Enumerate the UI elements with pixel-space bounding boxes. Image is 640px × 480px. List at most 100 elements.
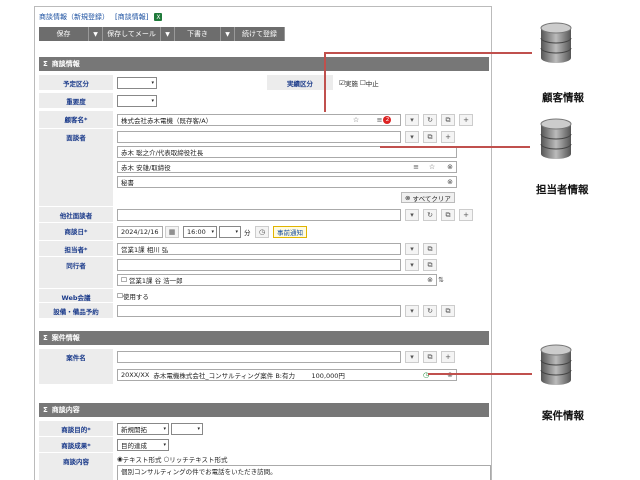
- importance-label: 重要度: [39, 93, 113, 109]
- copy-icon[interactable]: ⧉: [423, 259, 437, 271]
- copy-icon[interactable]: ⧉: [441, 305, 455, 317]
- row-contacts: 面談者 ▾ ⧉ + 赤木 聡之介/代表取締役社長 赤木 安雄/取締役 ≡ ☆ ⊗…: [39, 129, 489, 207]
- page-subtitle-link[interactable]: [商談情報]: [115, 12, 148, 22]
- section-case-header[interactable]: Σ 案件情報: [39, 331, 489, 345]
- star-icon[interactable]: ☆: [425, 161, 439, 173]
- date-input[interactable]: 2024/12/16: [117, 226, 163, 238]
- copy-icon[interactable]: ⧉: [423, 351, 437, 363]
- purpose-select[interactable]: 新規開拓 ▾: [117, 423, 169, 435]
- refresh-icon[interactable]: ↻: [423, 305, 437, 317]
- remove-icon[interactable]: ⊗: [443, 369, 457, 381]
- customer-refresh-icon[interactable]: ↻: [423, 114, 437, 126]
- owner-label: 担当者*: [39, 241, 113, 257]
- contact-item[interactable]: 秘書: [117, 176, 457, 188]
- notify-button[interactable]: 事前通知: [273, 226, 307, 238]
- clear-all-button[interactable]: ⊗ すべてクリア: [401, 192, 455, 203]
- customer-copy-icon[interactable]: ⧉: [441, 114, 455, 126]
- companion-label: 同行者: [39, 257, 113, 289]
- dropdown-icon[interactable]: ▾: [405, 243, 419, 255]
- remove-icon[interactable]: ⊗: [423, 274, 437, 286]
- contact-search-input[interactable]: [117, 131, 401, 143]
- database-icon: [540, 22, 572, 63]
- owner-input[interactable]: 営業1課 相川 弘: [117, 243, 401, 255]
- case-item[interactable]: 20XX/XX 赤木電機株式会社_コンサルティング案件 B:有力 100,000…: [117, 369, 457, 381]
- dropdown-icon[interactable]: ▾: [405, 351, 419, 363]
- section-content-header[interactable]: Σ 商談内容: [39, 403, 489, 417]
- companion-input[interactable]: [117, 259, 401, 271]
- callout-case-label: 案件情報: [542, 410, 584, 422]
- customer-label: 顧客名*: [39, 111, 113, 129]
- time-select[interactable]: 16:00 ▾: [183, 226, 217, 238]
- content-textarea[interactable]: 個別コンサルティングの件でお電話をいただき訪問。: [117, 465, 491, 480]
- customer-dropdown-icon[interactable]: ▾: [405, 114, 419, 126]
- other-attendee-label: 他社面談者: [39, 207, 113, 223]
- plan-type-label: 予定区分: [39, 75, 113, 91]
- remove-icon[interactable]: ⊗: [443, 161, 457, 173]
- contact-dropdown-icon[interactable]: ▾: [405, 131, 419, 143]
- callout-contact-label: 担当者情報: [536, 184, 589, 196]
- clock-icon[interactable]: ◷: [255, 226, 269, 238]
- toolbar: 保存 ▼ 保存してメール ▼ 下書き ▼ 続けて登録: [39, 27, 285, 41]
- calendar-icon[interactable]: ▦: [165, 226, 179, 238]
- dropdown-icon[interactable]: ▾: [405, 259, 419, 271]
- row-other-attendee: 他社面談者 ▾ ↻ ⧉ +: [39, 207, 489, 223]
- companion-item[interactable]: ☐ 営業1課 谷 浩一郎: [117, 274, 437, 286]
- star-icon[interactable]: ☆: [349, 114, 363, 126]
- customer-add-icon[interactable]: +: [459, 114, 473, 126]
- case-search-input[interactable]: [117, 351, 401, 363]
- result-select[interactable]: 目的達成 ▾: [117, 439, 169, 451]
- section-case-title: 案件情報: [51, 334, 80, 342]
- callout-line-contact: [380, 146, 530, 148]
- reorder-icon[interactable]: ⇅: [437, 274, 445, 286]
- section-content-title: 商談内容: [51, 406, 80, 414]
- row-customer: 顧客名* 株式会社赤木電機（既存客/A） ☆ ≡ 2 ▾ ↻ ⧉ +: [39, 111, 489, 129]
- status-icon[interactable]: ◷: [419, 369, 433, 381]
- refresh-icon[interactable]: ↻: [423, 209, 437, 221]
- section-deal-header[interactable]: Σ 商談情報: [39, 57, 489, 71]
- minute-select[interactable]: ▾: [219, 226, 241, 238]
- row-owner: 担当者* 営業1課 相川 弘 ▾ ⧉: [39, 241, 489, 257]
- row-content: 商談内容 ◉ テキスト形式 ○ リッチテキスト形式 個別コンサルティングの件でお電話…: [39, 453, 491, 480]
- actual-type-options[interactable]: ☑ 実施 ☐ 中止: [339, 77, 379, 89]
- database-icon: [540, 344, 572, 385]
- add-icon[interactable]: +: [459, 209, 473, 221]
- row-date: 商談日* 2024/12/16 ▦ 16:00 ▾ ▾ 分 ◷ 事前通知: [39, 223, 489, 241]
- format-radio[interactable]: ◉ テキスト形式 ○ リッチテキスト形式: [117, 453, 228, 465]
- contacts-label: 面談者: [39, 129, 113, 207]
- row-equipment: 設備・備品予約 ▾ ↻ ⧉: [39, 303, 489, 319]
- excel-icon[interactable]: X: [154, 13, 163, 21]
- save-button[interactable]: 保存: [39, 27, 89, 41]
- contact-add-icon[interactable]: +: [441, 131, 455, 143]
- continue-button[interactable]: 続けて登録: [235, 27, 285, 41]
- contact-copy-icon[interactable]: ⧉: [423, 131, 437, 143]
- copy-icon[interactable]: ⧉: [423, 243, 437, 255]
- draft-button[interactable]: 下書き: [175, 27, 221, 41]
- importance-select[interactable]: ▾: [117, 95, 157, 107]
- dropdown-icon[interactable]: ▾: [405, 305, 419, 317]
- page-title: 商談情報（新規登録）: [39, 13, 109, 21]
- row-plan-type: 予定区分 ▾ 実績区分 ☑ 実施 ☐ 中止: [39, 75, 489, 91]
- other-attendee-input[interactable]: [117, 209, 401, 221]
- equipment-input[interactable]: [117, 305, 401, 317]
- plan-type-select[interactable]: ▾: [117, 77, 157, 89]
- purpose-sub-select[interactable]: ▾: [171, 423, 203, 435]
- draft-dropdown-button[interactable]: ▼: [221, 27, 235, 41]
- remove-icon[interactable]: ⊗: [443, 176, 457, 188]
- clear-icon: ⊗: [405, 193, 411, 202]
- callout-line-case: [428, 373, 532, 375]
- sigma-icon: Σ: [43, 334, 48, 342]
- add-icon[interactable]: +: [441, 351, 455, 363]
- list-icon[interactable]: ≡: [409, 161, 423, 173]
- content-label: 商談内容: [39, 453, 113, 480]
- contact-item[interactable]: 赤木 安雄/取締役: [117, 161, 457, 173]
- web-meeting-checkbox[interactable]: ☐ 使用する: [117, 290, 149, 302]
- dropdown-icon[interactable]: ▾: [405, 209, 419, 221]
- copy-icon[interactable]: ⧉: [441, 209, 455, 221]
- save-mail-button[interactable]: 保存してメール: [103, 27, 161, 41]
- save-mail-dropdown-button[interactable]: ▼: [161, 27, 175, 41]
- web-meeting-label: Web会議: [39, 289, 113, 303]
- save-dropdown-button[interactable]: ▼: [89, 27, 103, 41]
- equipment-label: 設備・備品予約: [39, 303, 113, 319]
- date-label: 商談日*: [39, 223, 113, 241]
- contact-list-icon[interactable]: ≡ 2: [369, 114, 399, 126]
